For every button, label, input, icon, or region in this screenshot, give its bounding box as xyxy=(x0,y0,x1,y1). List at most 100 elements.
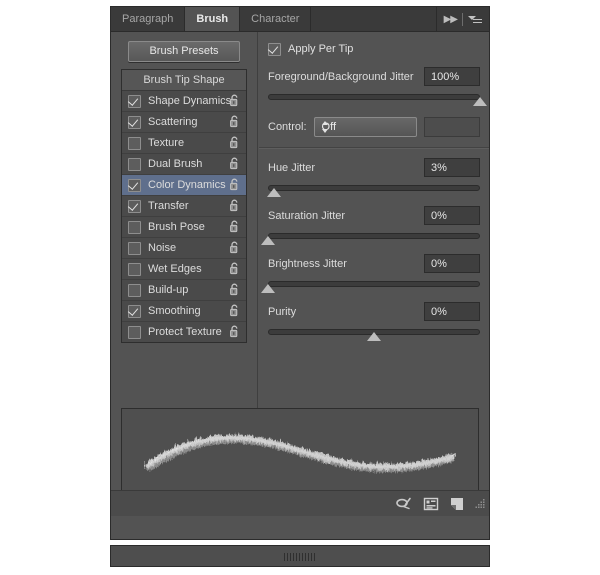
brush-option-checkbox[interactable] xyxy=(128,95,141,108)
brightness-jitter-slider[interactable] xyxy=(268,279,480,293)
brush-option-list: Brush Tip Shape Shape DynamicsScattering… xyxy=(121,69,247,343)
hue-jitter-thumb[interactable] xyxy=(267,188,281,197)
purity-value[interactable]: 0% xyxy=(424,302,480,321)
hue-jitter-header: Hue Jitter3% xyxy=(268,158,480,177)
brightness-jitter-value[interactable]: 0% xyxy=(424,254,480,273)
brush-option-dual-brush[interactable]: Dual Brush xyxy=(122,154,246,175)
saturation-jitter-slider[interactable] xyxy=(268,231,480,245)
saturation-jitter-header: Saturation Jitter 0% xyxy=(268,206,480,225)
brush-option-checkbox[interactable] xyxy=(128,263,141,276)
brush-presets-row: Brush Presets xyxy=(111,32,257,69)
unlocked-padlock-icon[interactable] xyxy=(229,241,240,254)
control-row: Control: Off xyxy=(268,117,480,137)
brush-option-checkbox[interactable] xyxy=(128,200,141,213)
brush-option-checkbox[interactable] xyxy=(128,242,141,255)
brush-option-shape-dynamics[interactable]: Shape Dynamics xyxy=(122,91,246,112)
brush-option-checkbox[interactable] xyxy=(128,116,141,129)
unlocked-padlock-icon[interactable] xyxy=(229,283,240,296)
brush-option-checkbox[interactable] xyxy=(128,326,141,339)
panel-dock-bar[interactable] xyxy=(110,545,490,567)
unlocked-padlock-icon[interactable] xyxy=(229,199,240,212)
unlocked-padlock-icon[interactable] xyxy=(229,157,240,170)
panel-tab-controls: ▶▶ xyxy=(437,7,489,31)
saturation-jitter-group: Saturation Jitter 0% xyxy=(259,206,489,245)
brush-option-smoothing[interactable]: Smoothing xyxy=(122,301,246,322)
unlocked-padlock-icon[interactable] xyxy=(229,115,240,128)
unlocked-padlock-icon[interactable] xyxy=(229,304,240,317)
unlocked-padlock-icon[interactable] xyxy=(229,178,240,191)
brightness-jitter-track xyxy=(268,281,480,287)
saturation-jitter-value[interactable]: 0% xyxy=(424,206,480,225)
brightness-jitter-group: Brightness Jitter0% xyxy=(259,254,489,293)
brush-option-protect-texture[interactable]: Protect Texture xyxy=(122,322,246,342)
brush-option-checkbox[interactable] xyxy=(128,179,141,192)
brush-option-checkbox[interactable] xyxy=(128,284,141,297)
saturation-jitter-thumb[interactable] xyxy=(261,236,275,245)
brush-option-color-dynamics[interactable]: Color Dynamics xyxy=(122,175,246,196)
tab-paragraph[interactable]: Paragraph xyxy=(111,7,185,31)
control-select[interactable]: Off xyxy=(314,117,418,137)
brush-stroke-toggle-icon[interactable] xyxy=(392,495,418,513)
fg-bg-jitter-thumb[interactable] xyxy=(473,97,487,106)
unlocked-padlock-icon[interactable] xyxy=(229,262,240,275)
brush-tip-shape-header[interactable]: Brush Tip Shape xyxy=(122,70,246,91)
resize-grip-icon[interactable] xyxy=(472,497,486,511)
purity-slider[interactable] xyxy=(268,327,480,341)
unlocked-padlock-icon[interactable] xyxy=(229,220,240,233)
brush-option-texture[interactable]: Texture xyxy=(122,133,246,154)
purity-group: Purity 0% xyxy=(259,302,489,341)
unlocked-padlock-icon[interactable] xyxy=(229,325,240,338)
brush-panel-toggle-icon[interactable] xyxy=(418,495,444,513)
purity-label: Purity xyxy=(268,306,296,318)
brush-option-checkbox[interactable] xyxy=(128,158,141,171)
purity-thumb[interactable] xyxy=(367,332,381,341)
panel-footer xyxy=(111,490,489,516)
brush-option-wet-edges[interactable]: Wet Edges xyxy=(122,259,246,280)
panel-body: Brush Presets Brush Tip Shape Shape Dyna… xyxy=(111,32,489,516)
new-brush-icon[interactable] xyxy=(444,495,470,513)
tab-paragraph-label: Paragraph xyxy=(122,13,173,25)
double-chevron-right-icon[interactable]: ▶▶ xyxy=(444,14,457,25)
purity-header: Purity 0% xyxy=(268,302,480,321)
control-label: Control: xyxy=(268,121,307,133)
panel-menu-icon[interactable] xyxy=(468,14,482,25)
panel-tab-bar: Paragraph Brush Character ▶▶ xyxy=(111,7,489,32)
unlocked-padlock-icon[interactable] xyxy=(229,94,240,107)
control-select-spinner-icon xyxy=(322,121,329,133)
brush-option-checkbox[interactable] xyxy=(128,221,141,234)
apply-per-tip-row[interactable]: Apply Per Tip xyxy=(268,40,489,58)
jitter-slider-list: Hue Jitter3%Saturation Jitter0%Brightnes… xyxy=(259,158,489,341)
hue-jitter-track xyxy=(268,185,480,191)
brush-option-noise[interactable]: Noise xyxy=(122,238,246,259)
fg-bg-jitter-group: Foreground/Background Jitter 100% xyxy=(259,67,489,106)
tab-controls-divider xyxy=(462,13,463,26)
apply-per-tip-label: Apply Per Tip xyxy=(288,43,353,55)
fg-bg-jitter-header: Foreground/Background Jitter 100% xyxy=(268,67,480,86)
fg-bg-jitter-label: Foreground/Background Jitter xyxy=(268,71,414,83)
brush-option-scattering[interactable]: Scattering xyxy=(122,112,246,133)
brush-panel: Paragraph Brush Character ▶▶ Bru xyxy=(110,6,490,540)
hue-jitter-slider[interactable] xyxy=(268,183,480,197)
tab-brush[interactable]: Brush xyxy=(185,7,240,31)
apply-per-tip-checkbox[interactable] xyxy=(268,43,281,56)
tab-character[interactable]: Character xyxy=(240,7,311,31)
brush-option-build-up[interactable]: Build-up xyxy=(122,280,246,301)
brightness-jitter-thumb[interactable] xyxy=(261,284,275,293)
drag-grip-icon[interactable] xyxy=(284,553,316,561)
screenshot-root: Paragraph Brush Character ▶▶ Bru xyxy=(0,0,600,575)
brush-option-brush-pose[interactable]: Brush Pose xyxy=(122,217,246,238)
tab-brush-label: Brush xyxy=(196,13,228,25)
unlocked-padlock-icon[interactable] xyxy=(229,136,240,149)
brush-option-checkbox[interactable] xyxy=(128,137,141,150)
tab-character-label: Character xyxy=(251,13,299,25)
saturation-jitter-label: Saturation Jitter xyxy=(268,210,345,222)
fg-bg-jitter-value[interactable]: 100% xyxy=(424,67,480,86)
brush-option-transfer[interactable]: Transfer xyxy=(122,196,246,217)
fg-bg-jitter-track xyxy=(268,94,480,100)
settings-divider xyxy=(259,147,489,149)
brush-presets-button[interactable]: Brush Presets xyxy=(128,41,240,62)
brush-option-checkbox[interactable] xyxy=(128,305,141,318)
fg-bg-jitter-slider[interactable] xyxy=(268,92,480,106)
control-secondary-field[interactable] xyxy=(424,117,480,137)
hue-jitter-value[interactable]: 3% xyxy=(424,158,480,177)
